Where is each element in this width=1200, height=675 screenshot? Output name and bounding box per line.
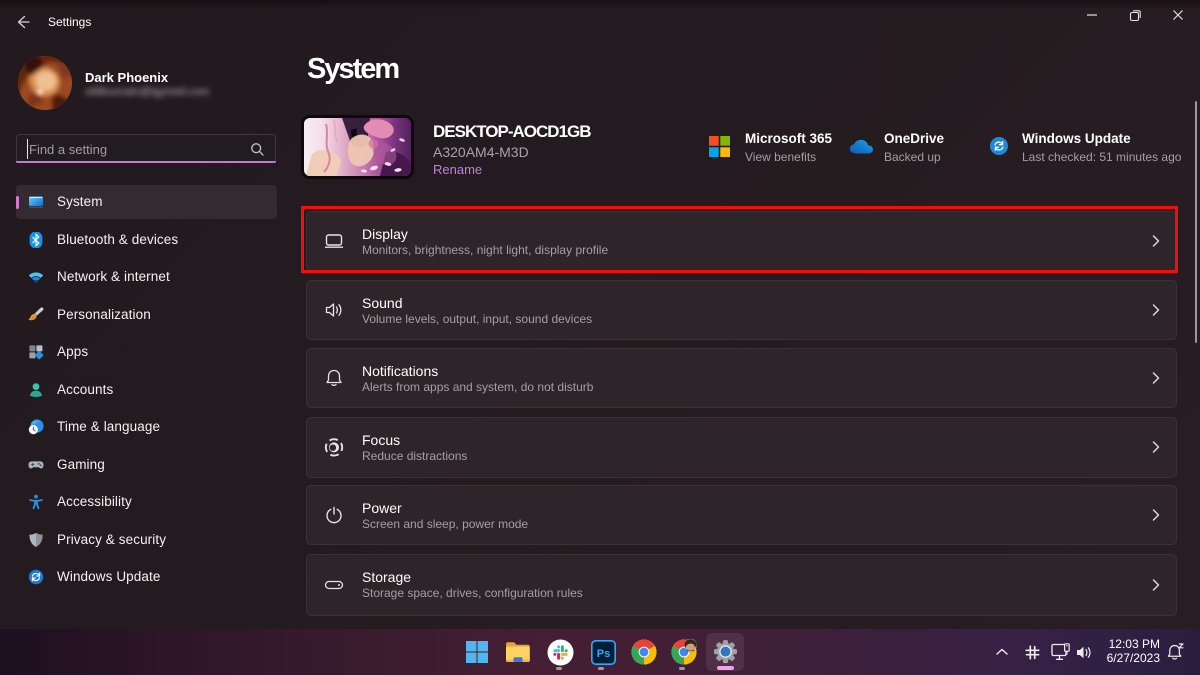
svg-text:Ps: Ps (596, 648, 609, 660)
